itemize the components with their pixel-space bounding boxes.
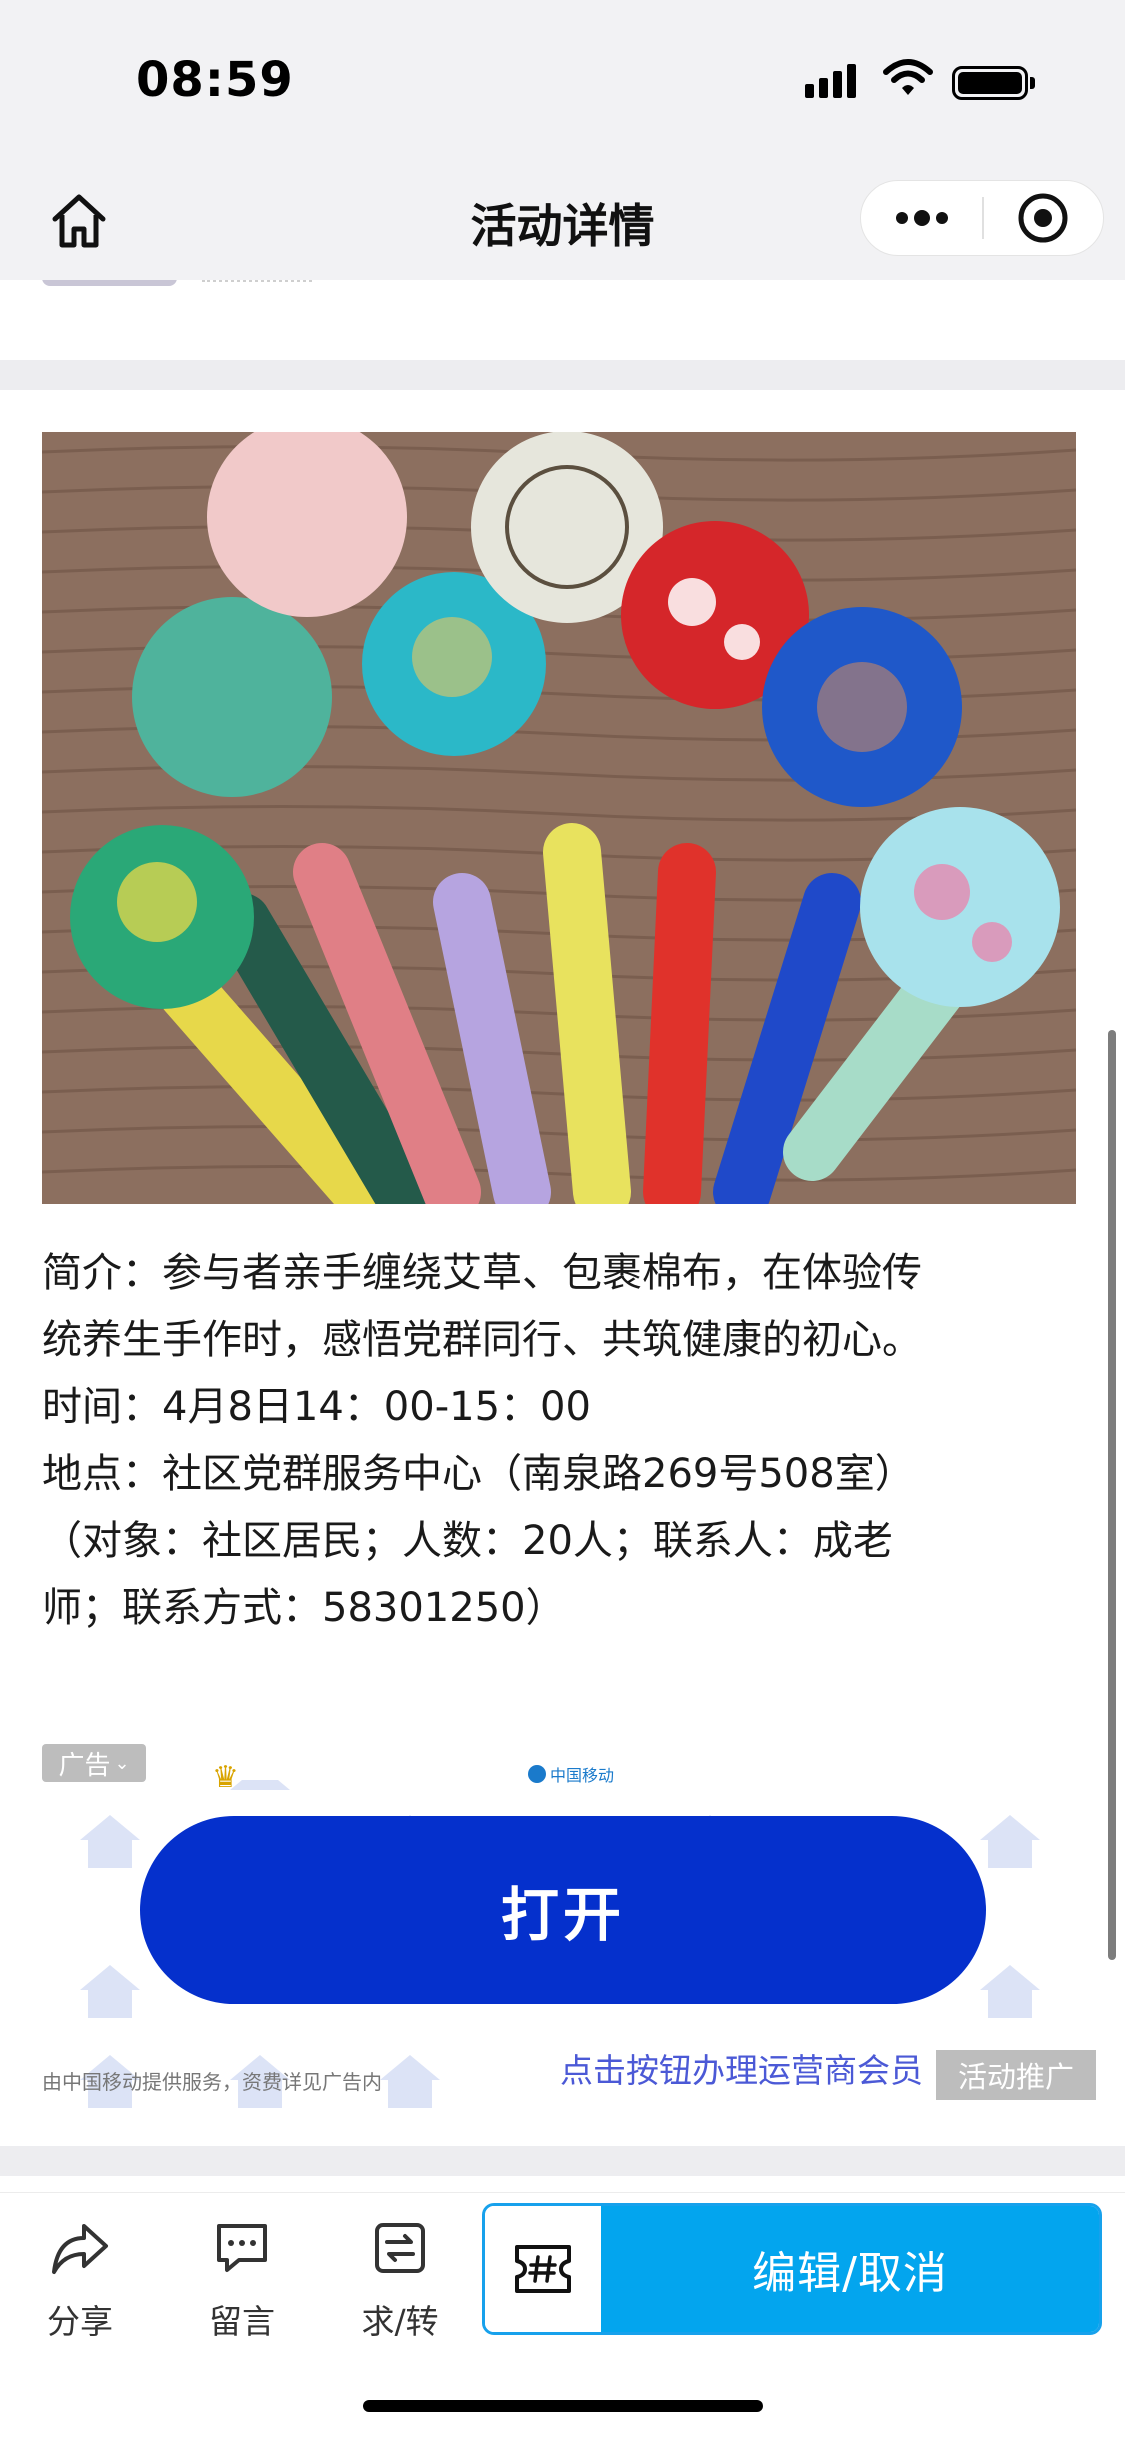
china-mobile-logo-text: 中国移动 xyxy=(550,1766,615,1785)
battery-icon xyxy=(952,66,1028,100)
status-time: 08:59 xyxy=(136,52,294,108)
ad-promo-tag[interactable]: 活动推广 xyxy=(936,2050,1096,2100)
battery-cap xyxy=(1030,77,1035,89)
cellular-signal-icon xyxy=(805,64,856,98)
peek-thumbnail xyxy=(42,280,177,286)
scrollbar[interactable] xyxy=(1108,1030,1116,1960)
status-bar: 08:59 xyxy=(0,0,1125,160)
section-divider xyxy=(0,2146,1125,2176)
nav-bar: 活动详情 xyxy=(0,160,1125,280)
description-line: 统养生手作时，感悟党群同行、共筑健康的初心。 xyxy=(42,1317,922,1363)
more-button[interactable] xyxy=(861,181,982,255)
description-line: 简介：参与者亲手缠绕艾草、包裹棉布，在体验传 xyxy=(42,1250,922,1296)
transfer-icon xyxy=(375,2223,425,2273)
ad-tag-dropdown[interactable]: 广告 ⌄ xyxy=(42,1744,146,1782)
moxa-hammers-image xyxy=(42,432,1076,1204)
description-line: 时间：4月8日14：00-15：00 xyxy=(42,1384,591,1430)
comment-label: 留言 xyxy=(209,2302,275,2341)
share-icon xyxy=(52,2224,108,2274)
hashtag-icon xyxy=(485,2206,601,2332)
mini-program-capsule xyxy=(860,180,1104,256)
share-button[interactable]: 分享 xyxy=(20,2215,140,2343)
content-scroll[interactable]: 简介：参与者亲手缠绕艾草、包裹棉布，在体验传 统养生手作时，感悟党群同行、共筑健… xyxy=(0,280,1125,2190)
ad-hint-link[interactable]: 点击按钮办理运营商会员 xyxy=(560,2044,923,2092)
share-label: 分享 xyxy=(47,2302,113,2341)
edit-cancel-button[interactable]: 编辑/取消 xyxy=(482,2203,1102,2335)
home-indicator[interactable] xyxy=(363,2400,763,2412)
description-line: 师；联系方式：58301250） xyxy=(42,1585,566,1631)
activity-description: 简介：参与者亲手缠绕艾草、包裹棉布，在体验传 统养生手作时，感悟党群同行、共筑健… xyxy=(42,1240,1082,1642)
comment-icon xyxy=(217,2224,267,2272)
ad-tag-label: 广告 xyxy=(58,1750,111,1781)
open-button[interactable]: 打开 xyxy=(140,1816,986,2004)
transfer-label: 求/转 xyxy=(361,2302,439,2341)
ad-disclaimer: 由中国移动提供服务，资费详见广告内 xyxy=(42,2070,382,2094)
description-line: （对象：社区居民；人数：20人；联系人：成老 xyxy=(42,1518,893,1564)
section-divider xyxy=(0,360,1125,390)
close-miniprogram-button[interactable] xyxy=(982,181,1103,255)
comment-button[interactable]: 留言 xyxy=(182,2215,302,2343)
crown-icon: ♛ xyxy=(212,1760,239,1795)
china-mobile-logo: 中国移动 xyxy=(528,1762,614,1786)
previous-item-peek xyxy=(42,280,342,292)
more-dots-icon xyxy=(895,210,948,226)
edit-cancel-label: 编辑/取消 xyxy=(601,2206,1099,2332)
chevron-down-icon: ⌄ xyxy=(114,1752,130,1774)
ad-banner[interactable]: 广告 ⌄ ♛ 中国移动 打开 由中国移动提供服务，资费详见广告内 点击按钮办理运… xyxy=(0,1740,1125,2140)
capsule-divider xyxy=(982,197,984,239)
peek-meta xyxy=(202,280,312,282)
wifi-icon xyxy=(882,58,934,102)
activity-photo[interactable] xyxy=(42,432,1076,1204)
target-circle-icon xyxy=(1018,193,1067,243)
description-line: 地点：社区党群服务中心（南泉路269号508室） xyxy=(42,1451,915,1497)
transfer-button[interactable]: 求/转 xyxy=(340,2215,460,2343)
